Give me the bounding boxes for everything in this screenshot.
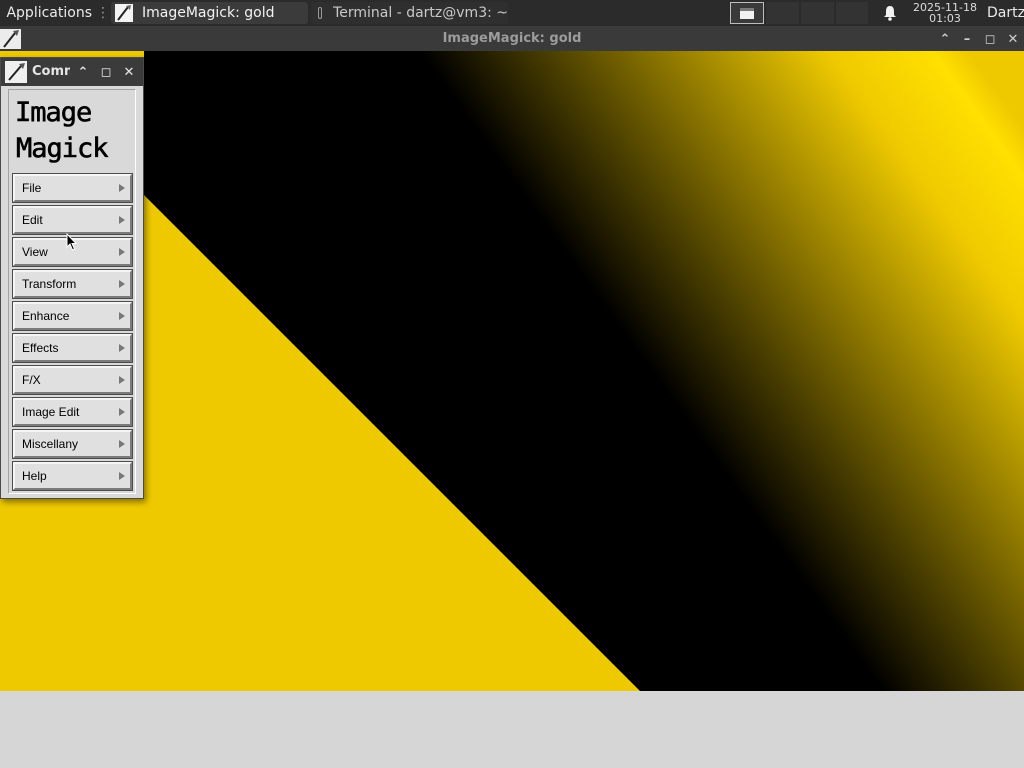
submenu-arrow-icon bbox=[119, 408, 125, 416]
taskbar-item-terminal[interactable]: Terminal - dartz@vm3: ~ bbox=[311, 2, 508, 24]
user-menu[interactable]: Dartz bbox=[987, 0, 1024, 26]
top-panel: Applications ⋮ ImageMagick: gold Termina… bbox=[0, 0, 1024, 26]
imagemagick-wand-icon bbox=[115, 4, 133, 22]
workspace-switcher-4[interactable] bbox=[836, 2, 868, 24]
menu-image-edit-label: Image Edit bbox=[22, 405, 80, 419]
main-window-titlebar[interactable]: ImageMagick: gold ⌃ – ◻ ✕ bbox=[0, 26, 1024, 51]
command-menu-panel: Image Magick File Edit View Transform En… bbox=[8, 89, 136, 494]
menu-edit-button[interactable]: Edit bbox=[12, 205, 133, 235]
submenu-arrow-icon bbox=[119, 248, 125, 256]
menu-transform-button[interactable]: Transform bbox=[12, 269, 133, 299]
menu-transform-label: Transform bbox=[22, 277, 77, 291]
menu-fx-label: F/X bbox=[22, 373, 41, 387]
menu-file-button[interactable]: File bbox=[12, 173, 133, 203]
logo-line-2: Magick bbox=[16, 133, 108, 164]
menu-file-label: File bbox=[22, 181, 42, 195]
menu-enhance-label: Enhance bbox=[22, 309, 70, 323]
submenu-arrow-icon bbox=[119, 344, 125, 352]
menu-enhance-button[interactable]: Enhance bbox=[12, 301, 133, 331]
workspace-switcher-1[interactable] bbox=[730, 2, 764, 24]
submenu-arrow-icon bbox=[119, 184, 125, 192]
menu-help-label: Help bbox=[22, 469, 47, 483]
window-thumbnail-icon bbox=[740, 7, 754, 19]
mouse-pointer-icon bbox=[66, 233, 78, 251]
main-window-title: ImageMagick: gold bbox=[442, 31, 582, 46]
menu-help-button[interactable]: Help bbox=[12, 461, 133, 491]
workspace-switcher-3[interactable] bbox=[801, 2, 834, 24]
command-widget-titlebar[interactable]: Comn ⌃ ◻ ✕ bbox=[1, 58, 143, 86]
submenu-arrow-icon bbox=[119, 376, 125, 384]
menu-fx-button[interactable]: F/X bbox=[12, 365, 133, 395]
command-collapse-button[interactable]: ⌃ bbox=[75, 63, 91, 81]
submenu-arrow-icon bbox=[119, 472, 125, 480]
bell-icon bbox=[884, 6, 896, 21]
menu-effects-label: Effects bbox=[22, 341, 59, 355]
applications-menu[interactable]: Applications ⋮ bbox=[0, 0, 110, 26]
taskbar-item-label: ImageMagick: gold bbox=[142, 5, 275, 21]
submenu-arrow-icon bbox=[119, 216, 125, 224]
submenu-arrow-icon bbox=[119, 280, 125, 288]
menu-image-edit-button[interactable]: Image Edit bbox=[12, 397, 133, 427]
logo-line-1: Image bbox=[15, 97, 91, 128]
menu-edit-label: Edit bbox=[22, 213, 43, 227]
image-canvas[interactable] bbox=[0, 51, 1024, 691]
command-widget: Comn ⌃ ◻ ✕ Image Magick File Edit View T… bbox=[0, 57, 144, 499]
submenu-arrow-icon bbox=[119, 312, 125, 320]
terminal-icon bbox=[318, 7, 323, 19]
command-widget-title: Comn bbox=[32, 64, 70, 79]
menu-effects-button[interactable]: Effects bbox=[12, 333, 133, 363]
imagemagick-wand-icon bbox=[5, 61, 27, 83]
user-name: Dartz bbox=[987, 5, 1024, 21]
applications-label: Applications bbox=[6, 5, 92, 21]
imagemagick-logo: Image Magick bbox=[15, 97, 110, 165]
window-collapse-button[interactable]: ⌃ bbox=[936, 30, 954, 48]
taskbar-item-label: Terminal - dartz@vm3: ~ bbox=[333, 5, 508, 21]
notification-bell-icon[interactable] bbox=[880, 0, 900, 26]
command-maximize-button[interactable]: ◻ bbox=[98, 63, 114, 81]
clock-time: 01:03 bbox=[929, 12, 961, 25]
window-minimize-button[interactable]: – bbox=[958, 30, 976, 48]
window-close-button[interactable]: ✕ bbox=[1004, 30, 1022, 48]
menu-view-label: View bbox=[22, 245, 48, 259]
menu-miscellany-button[interactable]: Miscellany bbox=[12, 429, 133, 459]
menu-separator-icon: ⋮ bbox=[96, 5, 110, 21]
submenu-arrow-icon bbox=[119, 440, 125, 448]
clock[interactable]: 2025-11-18 01:03 bbox=[910, 0, 980, 26]
command-close-button[interactable]: ✕ bbox=[121, 63, 137, 81]
workspace-switcher-2[interactable] bbox=[766, 2, 799, 24]
menu-miscellany-label: Miscellany bbox=[22, 437, 79, 451]
taskbar-item-imagemagick[interactable]: ImageMagick: gold bbox=[111, 2, 308, 24]
window-maximize-button[interactable]: ◻ bbox=[981, 30, 999, 48]
